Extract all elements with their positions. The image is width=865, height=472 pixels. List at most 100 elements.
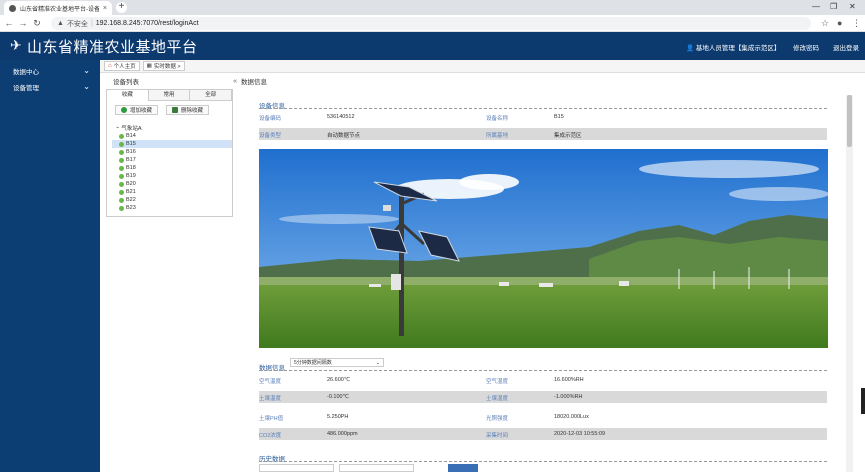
window-close-icon[interactable]: ✕ (849, 2, 856, 11)
device-tree-item-label: B18 (126, 165, 136, 171)
new-tab-button[interactable]: + (116, 2, 127, 13)
table-icon: ▦ (146, 63, 152, 69)
field-label: 设备名称 (486, 116, 509, 122)
delete-icon (172, 107, 179, 113)
divider (259, 461, 827, 462)
device-leaf-icon (119, 149, 124, 155)
device-tree-item[interactable]: B16 (112, 148, 232, 156)
insecure-label: 不安全 (66, 20, 88, 28)
device-tree-item-label: B23 (126, 205, 136, 211)
bird-logo-icon: ✈ (10, 37, 22, 53)
field-label: 土壤温度 (259, 396, 282, 402)
data-row: 空气温度 26.600℃ 空气湿度 16.600%RH (259, 374, 827, 386)
data-row: 土壤PH值 5.250PH 光照强度 18020.000Lux (259, 411, 827, 423)
field-value: B15 (554, 114, 564, 120)
main-scrollbar[interactable] (846, 95, 853, 472)
field-value: -0.100℃ (327, 394, 349, 400)
device-tree-item-label: B17 (126, 157, 136, 163)
device-leaf-icon (119, 141, 124, 147)
main-content: 数据信息 设备信息 设备编码 536140512 设备名称 B15 设备类型 自… (236, 76, 865, 472)
minimize-icon[interactable]: — (812, 2, 820, 11)
maximize-icon[interactable]: ❐ (830, 2, 837, 11)
home-icon: ⌂ (108, 63, 112, 69)
start-date-input[interactable] (259, 464, 334, 472)
user-icon: 👤 (686, 45, 695, 52)
sidebar-item-device-management[interactable]: 设备管理 ⌄ (0, 79, 100, 95)
tab-frequent[interactable]: 常用 (148, 90, 191, 101)
device-tree-item-label: B22 (126, 197, 136, 203)
address-bar: ← → ↻ ▲ 不安全 | 192.168.8.245:7070/rest/lo… (0, 15, 865, 32)
field-label: 空气湿度 (486, 379, 509, 385)
field-value: 集成示范区 (554, 133, 582, 139)
end-date-input[interactable] (339, 464, 414, 472)
bookmark-star-icon[interactable]: ☆ (821, 18, 829, 29)
device-tree-item[interactable]: B19 (112, 172, 232, 180)
field-label: 设备类型 (259, 133, 282, 139)
user-menu[interactable]: 👤 基地人员管理【集成示范区】 (686, 42, 780, 52)
device-tree: ⌁ 气象站A B14 B15 B16 B17 B18 B19 B20 B21 B22 B23 (112, 124, 232, 212)
user-name: 基地人员管理【集成示范区】 (695, 45, 781, 52)
change-password-link[interactable]: 修改密码 (793, 42, 819, 52)
delete-favorite-button[interactable]: 删除收藏 (166, 105, 210, 115)
breadcrumb-home[interactable]: ⌂ 个人主页 (104, 61, 140, 71)
delete-favorite-label: 删除收藏 (181, 108, 204, 114)
breadcrumb: ⌂ 个人主页 ▦ 实时数据 > (100, 60, 865, 73)
device-tree-item[interactable]: B15 (112, 140, 232, 148)
breadcrumb-home-label: 个人主页 (113, 64, 136, 70)
device-tree-item[interactable]: B14 (112, 132, 232, 140)
warning-icon: ▲ (57, 20, 64, 27)
logout-link[interactable]: 退出登录 (833, 42, 859, 52)
breadcrumb-current[interactable]: ▦ 实时数据 > (142, 61, 185, 71)
close-tab-icon[interactable]: × (103, 5, 107, 12)
add-icon (121, 107, 127, 113)
field-value: 18020.000Lux (554, 414, 589, 420)
scrollbar-thumb[interactable] (847, 95, 852, 147)
device-tree-item-label: B16 (126, 149, 136, 155)
add-favorite-label: 增加收藏 (130, 108, 153, 114)
profile-icon[interactable]: ● (837, 18, 842, 28)
tab-all[interactable]: 全部 (190, 90, 233, 101)
interval-select[interactable]: 5分钟数据间隔数 ⌄ (290, 358, 384, 367)
field-label: 空气温度 (259, 379, 282, 385)
forward-icon[interactable]: → (16, 18, 30, 28)
reload-icon[interactable]: ↻ (30, 18, 44, 29)
field-label: 所属基地 (486, 133, 509, 139)
sidebar-item-data-center[interactable]: 数据中心 ⌄ (0, 63, 100, 79)
browser-tab[interactable]: 山东省精准农业基地平台-设备详 × (4, 1, 112, 15)
add-favorite-button[interactable]: 增加收藏 (115, 105, 159, 115)
menu-icon[interactable]: ⋮ (852, 18, 861, 29)
sidebar-item-label: 设备管理 (13, 85, 39, 92)
device-leaf-icon (119, 157, 124, 163)
field-label: 土壤湿度 (486, 396, 509, 402)
device-tree-item[interactable]: B20 (112, 180, 232, 188)
query-button[interactable] (448, 464, 478, 472)
device-list-box: 收藏 常用 全部 增加收藏 删除收藏 ⌁ 气象站A B14 B15 B16 B17 B1… (106, 89, 233, 217)
browser-tab-bar: 山东省精准农业基地平台-设备详 × + — ❐ ✕ (0, 0, 865, 15)
device-tree-item[interactable]: B18 (112, 164, 232, 172)
device-tree-item[interactable]: B23 (112, 204, 232, 212)
device-leaf-icon (119, 173, 124, 179)
data-row: 土壤温度 -0.100℃ 土壤湿度 -1.000%RH (259, 391, 827, 403)
url-field[interactable]: ▲ 不安全 | 192.168.8.245:7070/rest/loginAct (51, 17, 811, 30)
device-tree-item[interactable]: B21 (112, 188, 232, 196)
field-value: 486.000ppm (327, 431, 358, 437)
breadcrumb-current-label: 实时数据 > (153, 64, 181, 70)
tab-favorites[interactable]: 收藏 (107, 90, 149, 101)
url-text: 192.168.8.245:7070/rest/loginAct (95, 20, 199, 27)
tree-root[interactable]: ⌁ 气象站A (112, 124, 232, 132)
main-title: 数据信息 (241, 79, 267, 86)
field-value: 16.600%RH (554, 377, 584, 383)
device-leaf-icon (119, 189, 124, 195)
back-icon[interactable]: ← (2, 18, 16, 28)
sidebar-item-label: 数据中心 (13, 69, 39, 76)
app-title: 山东省精准农业基地平台 (27, 38, 198, 56)
field-label: CO2浓度 (259, 433, 282, 439)
device-tabs: 收藏 常用 全部 (107, 90, 233, 101)
device-tree-item[interactable]: B22 (112, 196, 232, 204)
device-tree-item[interactable]: B17 (112, 156, 232, 164)
field-value: 536140512 (327, 114, 355, 120)
device-leaf-icon (119, 181, 124, 187)
field-label: 采集时间 (486, 433, 509, 439)
chevron-down-icon: ⌄ (83, 82, 90, 91)
chevron-down-icon: ⌄ (83, 66, 90, 75)
